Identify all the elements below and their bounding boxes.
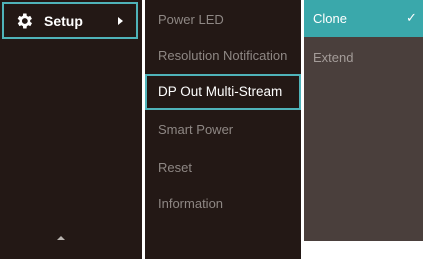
submenu-item-label: Power LED	[158, 12, 224, 27]
option-label: Clone	[313, 11, 347, 26]
submenu-item-label: DP Out Multi-Stream	[158, 84, 283, 99]
checkmark-icon: ✓	[406, 10, 417, 25]
scroll-up-icon[interactable]	[57, 236, 65, 240]
submenu-item-label: Reset	[158, 160, 192, 175]
submenu-item-power-led[interactable]: Power LED	[145, 2, 301, 38]
osd-menu: Setup Power LED Resolution Notification …	[0, 0, 423, 261]
option-clone[interactable]: Clone ✓	[304, 0, 423, 37]
submenu-item-information[interactable]: Information	[145, 186, 301, 222]
submenu-item-label: Resolution Notification	[158, 48, 288, 63]
category-item-setup[interactable]: Setup	[2, 2, 138, 39]
submenu-item-resolution-notification[interactable]: Resolution Notification	[145, 38, 301, 74]
option-extend[interactable]: Extend	[313, 50, 353, 65]
category-panel: Setup	[0, 0, 142, 259]
submenu-item-label: Smart Power	[158, 122, 234, 137]
category-label: Setup	[44, 13, 83, 29]
chevron-right-icon	[118, 17, 123, 25]
submenu-item-reset[interactable]: Reset	[145, 150, 301, 186]
submenu-panel: Power LED Resolution Notification DP Out…	[145, 0, 301, 259]
submenu-item-label: Information	[158, 196, 224, 211]
options-panel: Clone ✓ Extend	[304, 0, 423, 241]
submenu-item-smart-power[interactable]: Smart Power	[145, 112, 301, 148]
submenu-item-dp-out-multi-stream[interactable]: DP Out Multi-Stream	[145, 74, 301, 110]
gear-icon	[17, 13, 32, 29]
